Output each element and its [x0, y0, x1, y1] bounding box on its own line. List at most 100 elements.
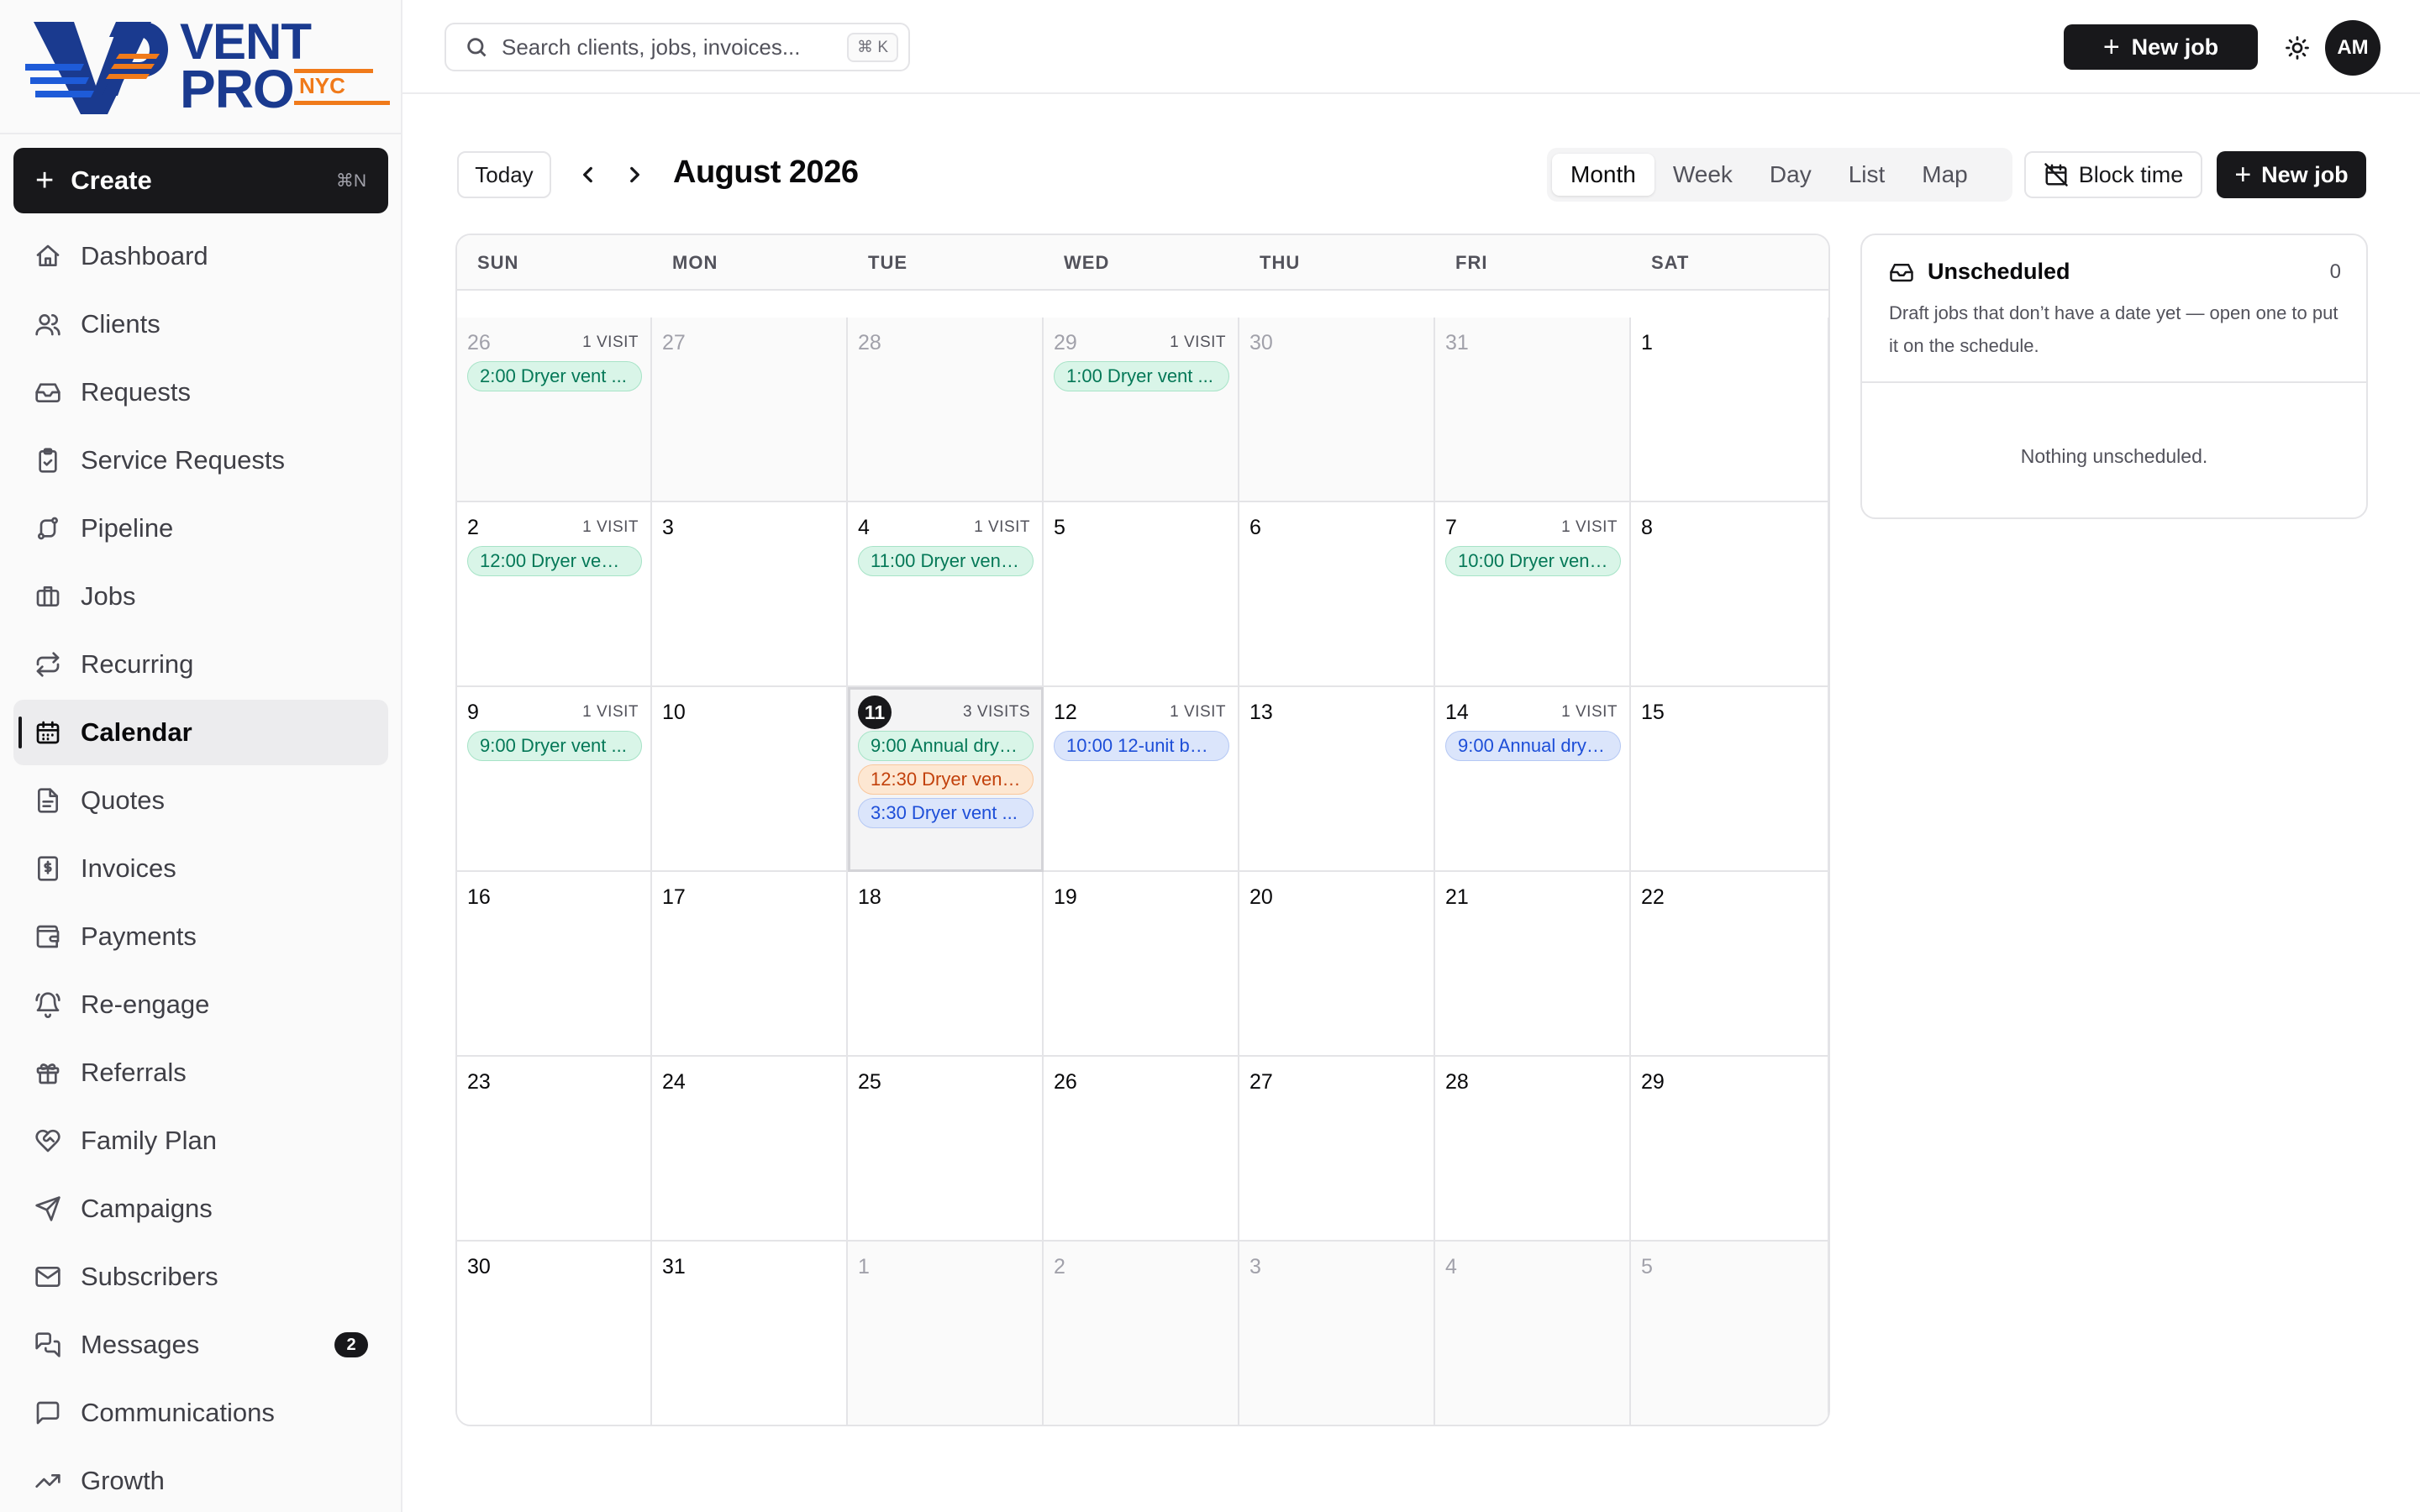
sidebar-item-payments[interactable]: Payments	[13, 904, 388, 969]
calendar-day[interactable]: 19	[1044, 872, 1239, 1057]
tab-week[interactable]: Week	[1655, 154, 1751, 196]
create-button[interactable]: + Create ⌘N	[13, 148, 388, 213]
sidebar-item-calendar[interactable]: Calendar	[13, 700, 388, 765]
calendar-day[interactable]: 7 1 VISIT 10:00 Dryer vent...	[1435, 502, 1631, 687]
tab-list[interactable]: List	[1830, 154, 1904, 196]
sidebar-item-quotes[interactable]: Quotes	[13, 768, 388, 833]
calendar-event[interactable]: 1:00 Dryer vent ...	[1054, 361, 1229, 391]
calendar-day[interactable]: 26 1 VISIT 2:00 Dryer vent ...	[457, 318, 652, 502]
sidebar-item-family-plan[interactable]: Family Plan	[13, 1108, 388, 1173]
calendar-day[interactable]: 17	[652, 872, 848, 1057]
calendar-day[interactable]: 12 1 VISIT 10:00 12-unit bui...	[1044, 687, 1239, 872]
calendar-day[interactable]: 31	[652, 1242, 848, 1425]
calendar-event[interactable]: 12:00 Dryer vent...	[467, 546, 642, 576]
calendar-day[interactable]: 28	[1435, 1057, 1631, 1242]
calendar-day[interactable]: 28	[848, 318, 1044, 502]
sidebar-item-service-requests[interactable]: Service Requests	[13, 428, 388, 493]
sidebar-item-dashboard[interactable]: Dashboard	[13, 223, 388, 289]
visit-count: 1 VISIT	[1170, 333, 1226, 351]
calendar-new-job-button[interactable]: + New job	[2217, 151, 2366, 198]
calendar-day[interactable]: 25	[848, 1057, 1044, 1242]
calendar-event[interactable]: 9:00 Dryer vent ...	[467, 731, 642, 761]
calendar-event[interactable]: 9:00 Annual drye...	[858, 731, 1034, 761]
sidebar: VENT PRO NYC + Create ⌘N Dashboard Client…	[0, 0, 402, 1512]
sidebar-item-referrals[interactable]: Referrals	[13, 1040, 388, 1105]
calendar-day[interactable]: 15	[1631, 687, 1828, 872]
calendar-day[interactable]: 4 1 VISIT 11:00 Dryer vent...	[848, 502, 1044, 687]
weekday-sun: SUN	[477, 252, 519, 273]
calendar-day[interactable]: 18	[848, 872, 1044, 1057]
calendar-day[interactable]: 3	[1239, 1242, 1435, 1425]
sidebar-item-jobs[interactable]: Jobs	[13, 564, 388, 629]
sidebar-item-pipeline[interactable]: Pipeline	[13, 496, 388, 561]
calendar-day[interactable]: 2	[1044, 1242, 1239, 1425]
calendar-day[interactable]: 1	[848, 1242, 1044, 1425]
day-header: 3	[662, 514, 838, 541]
day-header: 25	[858, 1068, 1034, 1095]
calendar-day[interactable]: 14 1 VISIT 9:00 Annual drye...	[1435, 687, 1631, 872]
day-header: 28	[1445, 1068, 1621, 1095]
brand-logo[interactable]: VENT PRO NYC	[25, 15, 390, 119]
calendar-day[interactable]: 8	[1631, 502, 1828, 687]
calendar-day[interactable]: 27	[1239, 1057, 1435, 1242]
calendar-day[interactable]: 22	[1631, 872, 1828, 1057]
calendar-day[interactable]: 21	[1435, 872, 1631, 1057]
calendar-event[interactable]: 9:00 Annual drye...	[1445, 731, 1621, 761]
calendar-day[interactable]: 16	[457, 872, 652, 1057]
calendar-day[interactable]: 9 1 VISIT 9:00 Dryer vent ...	[457, 687, 652, 872]
theme-toggle-button[interactable]	[2278, 29, 2317, 67]
calendar-event[interactable]: 11:00 Dryer vent...	[858, 546, 1034, 576]
sidebar-item-communications[interactable]: Communications	[13, 1380, 388, 1446]
calendar-day[interactable]: 4	[1435, 1242, 1631, 1425]
sidebar-item-subscribers[interactable]: Subscribers	[13, 1244, 388, 1310]
calendar-day[interactable]: 10	[652, 687, 848, 872]
calendar-day[interactable]: 6	[1239, 502, 1435, 687]
calendar-day[interactable]: 20	[1239, 872, 1435, 1057]
day-number: 25	[858, 1069, 881, 1094]
calendar-day[interactable]: 5	[1044, 502, 1239, 687]
calendar-day[interactable]: 30	[457, 1242, 652, 1425]
calendar-day[interactable]: 30	[1239, 318, 1435, 502]
sidebar-item-requests[interactable]: Requests	[13, 360, 388, 425]
sidebar-item-messages[interactable]: Messages 2	[13, 1312, 388, 1378]
calendar-event[interactable]: 10:00 Dryer vent...	[1445, 546, 1621, 576]
calendar-day[interactable]: 31	[1435, 318, 1631, 502]
sidebar-item-growth[interactable]: Growth	[13, 1448, 388, 1512]
calendar-day[interactable]: 5	[1631, 1242, 1828, 1425]
calendar-day[interactable]: 23	[457, 1057, 652, 1242]
sidebar-item-invoices[interactable]: Invoices	[13, 836, 388, 901]
calendar-day[interactable]: 27	[652, 318, 848, 502]
calendar-day[interactable]: 1	[1631, 318, 1828, 502]
calendar-event[interactable]: 12:30 Dryer vent...	[858, 764, 1034, 795]
visit-count: 1 VISIT	[974, 518, 1030, 536]
search-box[interactable]: ⌘ K	[445, 23, 910, 71]
calendar-day[interactable]: 26	[1044, 1057, 1239, 1242]
previous-month-button[interactable]	[571, 158, 605, 192]
sidebar-item-recurring[interactable]: Recurring	[13, 632, 388, 697]
calendar-event[interactable]: 3:30 Dryer vent ...	[858, 798, 1034, 828]
day-number: 15	[1641, 700, 1665, 724]
calendar-day[interactable]: 13	[1239, 687, 1435, 872]
user-avatar[interactable]: AM	[2325, 20, 2381, 76]
tab-day[interactable]: Day	[1751, 154, 1830, 196]
new-job-button[interactable]: + New job	[2064, 24, 2258, 70]
tab-map[interactable]: Map	[1903, 154, 1986, 196]
sidebar-item-re-engage[interactable]: Re-engage	[13, 972, 388, 1037]
search-input[interactable]	[502, 34, 848, 60]
calendar-day[interactable]: 3	[652, 502, 848, 687]
calendar-day[interactable]: 29	[1631, 1057, 1828, 1242]
calendar-day[interactable]: 24	[652, 1057, 848, 1242]
tab-month[interactable]: Month	[1552, 154, 1655, 196]
calendar-day[interactable]: 2 1 VISIT 12:00 Dryer vent...	[457, 502, 652, 687]
plus-icon: +	[2102, 31, 2120, 63]
sidebar-item-campaigns[interactable]: Campaigns	[13, 1176, 388, 1242]
day-number: 16	[467, 885, 491, 909]
block-time-button[interactable]: Block time	[2024, 151, 2202, 198]
calendar-day-today[interactable]: 11 3 VISITS 9:00 Annual drye... 12:30 Dryer…	[848, 687, 1044, 872]
calendar-day[interactable]: 29 1 VISIT 1:00 Dryer vent ...	[1044, 318, 1239, 502]
calendar-event[interactable]: 2:00 Dryer vent ...	[467, 361, 642, 391]
next-month-button[interactable]	[618, 158, 651, 192]
sidebar-item-clients[interactable]: Clients	[13, 291, 388, 357]
today-button[interactable]: Today	[457, 151, 551, 198]
calendar-event[interactable]: 10:00 12-unit bui...	[1054, 731, 1229, 761]
